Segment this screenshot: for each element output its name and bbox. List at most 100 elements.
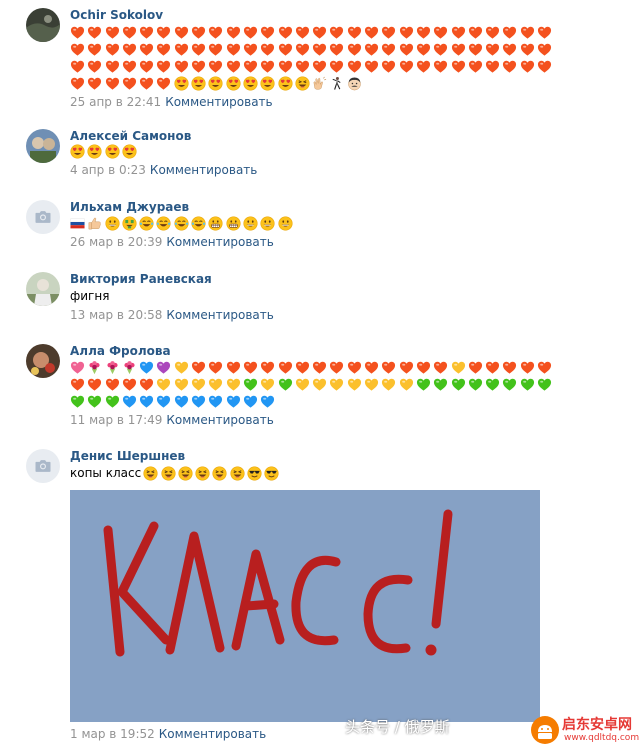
- comment-text: копы класс: [70, 466, 142, 480]
- comment-time[interactable]: 25 апр в 22:41: [70, 95, 161, 109]
- reply-link[interactable]: Комментировать: [150, 163, 257, 177]
- heart-yellow-icon: [191, 377, 206, 392]
- avatar[interactable]: [26, 8, 60, 42]
- heart-orange-icon: [191, 42, 206, 57]
- avatar[interactable]: [26, 200, 60, 234]
- heart-orange-icon: [364, 42, 379, 57]
- heart-orange-icon: [347, 360, 362, 375]
- comment-meta: 1 мар в 19:52 Комментировать: [70, 726, 266, 742]
- heart-orange-icon: [122, 76, 137, 91]
- heart-orange-icon: [226, 360, 241, 375]
- heart-orange-icon: [485, 42, 500, 57]
- emoji-row: [70, 394, 630, 411]
- heart-orange-icon: [191, 25, 206, 40]
- laughing-face-icon: [195, 466, 210, 481]
- avatar[interactable]: [26, 129, 60, 163]
- heart-green-icon: [70, 394, 85, 409]
- heart-orange-icon: [433, 25, 448, 40]
- heart-orange-icon: [399, 25, 414, 40]
- heart-orange-icon: [416, 59, 431, 74]
- reply-link[interactable]: Комментировать: [166, 413, 273, 427]
- comment-emojis: [143, 463, 281, 482]
- heart-orange-icon: [537, 59, 552, 74]
- author-name[interactable]: Ochir Sokolov: [70, 8, 630, 23]
- avatar[interactable]: [26, 344, 60, 378]
- heart-orange-icon: [156, 42, 171, 57]
- heart-orange-icon: [139, 25, 154, 40]
- heart-eyes-icon: [260, 76, 275, 91]
- heart-green-icon: [105, 394, 120, 409]
- heart-orange-icon: [520, 42, 535, 57]
- heart-blue-icon: [191, 394, 206, 409]
- heart-green-icon: [485, 377, 500, 392]
- laughing-face-icon: [143, 466, 158, 481]
- heart-yellow-icon: [174, 377, 189, 392]
- watermark-text: 头条号 / 俄罗斯: [345, 718, 450, 736]
- attached-image[interactable]: [70, 490, 540, 722]
- heart-orange-icon: [537, 360, 552, 375]
- author-name[interactable]: Алексей Самонов: [70, 129, 630, 144]
- heart-orange-icon: [364, 360, 379, 375]
- tears-of-joy-icon: [191, 216, 206, 231]
- heart-green-icon: [87, 394, 102, 409]
- comment-time[interactable]: 13 мар в 20:58: [70, 308, 162, 322]
- watermark-title: 启东安卓网: [562, 717, 632, 733]
- heart-orange-icon: [260, 42, 275, 57]
- heart-orange-icon: [520, 59, 535, 74]
- tears-of-joy-icon: [156, 216, 171, 231]
- heart-orange-icon: [381, 42, 396, 57]
- author-name[interactable]: Алла Фролова: [70, 344, 630, 359]
- heart-orange-icon: [399, 59, 414, 74]
- camera-icon: [33, 207, 53, 227]
- heart-orange-icon: [347, 25, 362, 40]
- bouquet-icon: [105, 360, 120, 375]
- heart-orange-icon: [381, 25, 396, 40]
- heart-orange-icon: [520, 25, 535, 40]
- heart-orange-icon: [105, 59, 120, 74]
- reply-link[interactable]: Комментировать: [166, 235, 273, 249]
- heart-orange-icon: [468, 59, 483, 74]
- heart-orange-icon: [278, 59, 293, 74]
- comment-content: копы класс: [70, 465, 630, 482]
- heart-orange-icon: [295, 42, 310, 57]
- heart-eyes-icon: [243, 76, 258, 91]
- reply-link[interactable]: Комментировать: [165, 95, 272, 109]
- reply-link[interactable]: Комментировать: [166, 308, 273, 322]
- author-name[interactable]: Ильхам Джураев: [70, 200, 630, 215]
- reply-link[interactable]: Комментировать: [159, 727, 266, 741]
- comment-time[interactable]: 1 мар в 19:52: [70, 727, 155, 741]
- comment-emojis: [70, 25, 630, 93]
- heart-orange-icon: [226, 42, 241, 57]
- dancer-icon: [329, 76, 344, 91]
- avatar[interactable]: [26, 272, 60, 306]
- heart-orange-icon: [87, 42, 102, 57]
- comment-meta: 13 мар в 20:58 Комментировать: [70, 307, 630, 323]
- heart-orange-icon: [278, 42, 293, 57]
- comment-time[interactable]: 4 апр в 0:23: [70, 163, 146, 177]
- heart-eyes-icon: [122, 144, 137, 159]
- heart-orange-icon: [433, 360, 448, 375]
- heart-orange-icon: [70, 76, 85, 91]
- emoji-row: [70, 42, 630, 59]
- heart-pink-icon: [70, 360, 85, 375]
- author-name[interactable]: Денис Шершнев: [70, 449, 630, 464]
- comment-time[interactable]: 11 мар в 17:49: [70, 413, 162, 427]
- heart-orange-icon: [260, 59, 275, 74]
- heart-green-icon: [416, 377, 431, 392]
- avatar[interactable]: [26, 449, 60, 483]
- comment-emojis: [70, 144, 630, 161]
- heart-orange-icon: [208, 42, 223, 57]
- author-name[interactable]: Виктория Раневская: [70, 272, 630, 287]
- heart-orange-icon: [243, 42, 258, 57]
- heart-orange-icon: [537, 25, 552, 40]
- heart-eyes-icon: [87, 144, 102, 159]
- laughing-face-icon: [212, 466, 227, 481]
- heart-orange-icon: [105, 76, 120, 91]
- heart-orange-icon: [502, 59, 517, 74]
- heart-green-icon: [451, 377, 466, 392]
- heart-orange-icon: [347, 42, 362, 57]
- heart-orange-icon: [451, 42, 466, 57]
- heart-orange-icon: [70, 377, 85, 392]
- comment-time[interactable]: 26 мар в 20:39: [70, 235, 162, 249]
- laughing-face-icon: [178, 466, 193, 481]
